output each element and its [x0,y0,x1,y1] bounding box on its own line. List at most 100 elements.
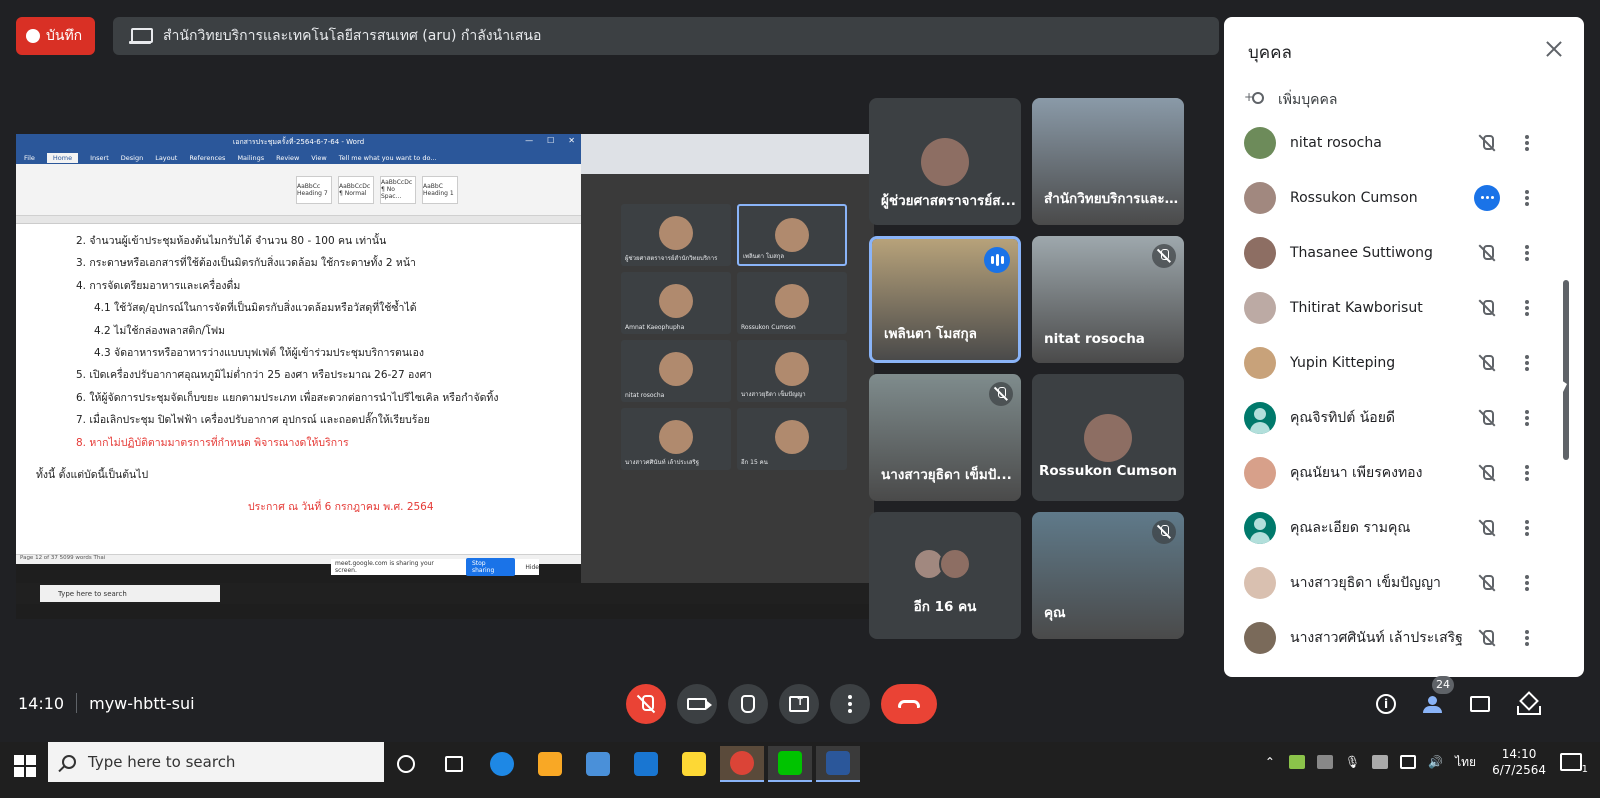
more-vert-icon[interactable] [1525,409,1529,426]
participant-name: คุณ [1044,605,1066,621]
taskbar-app-cortana[interactable] [384,746,428,782]
more-vert-icon[interactable] [1525,244,1529,261]
taskbar-app-edge[interactable] [480,746,524,782]
more-vert-icon [848,695,852,713]
mic-off-icon [1478,574,1496,592]
more-options-button[interactable] [830,684,870,724]
person-name: คุณนัยนา เพียรคงทอง [1290,464,1423,481]
taskbar-app-word[interactable] [816,746,860,782]
people-scrollbar[interactable] [1563,280,1569,460]
person-row[interactable]: Thitirat Kawborisut [1224,280,1584,335]
person-name: Thasanee Suttiwong [1290,244,1433,261]
person-row[interactable]: นางสาวยุธิดา เข็มปัญญา [1224,555,1584,610]
person-row[interactable]: Yupin Kitteping [1224,335,1584,390]
hang-up-icon [898,700,920,708]
chat-button[interactable] [1465,689,1495,719]
chevron-up-icon[interactable]: ⌃ [1265,755,1275,769]
store-icon [586,752,610,776]
person-row[interactable]: Thasanee Suttiwong [1224,225,1584,280]
speaking-indicator-icon [984,247,1010,273]
taskbar-app-sticky-notes[interactable] [672,746,716,782]
participant-name: Rossukon Cumson [1038,463,1178,479]
close-panel-icon[interactable] [1542,37,1566,61]
mini-tile-grid: ผู้ช่วยศาสตราจารย์สำนักวิทยบริการ เพลินตา… [621,204,851,544]
tray-app-icon[interactable] [1288,755,1305,769]
mic-toggle-button[interactable] [626,684,666,724]
taskbar-app-line[interactable] [768,746,812,782]
notification-center-icon[interactable]: 1 [1560,753,1588,775]
activities-button[interactable] [1512,689,1542,719]
tray-app-icon-2[interactable] [1316,755,1333,769]
taskbar-app-store[interactable] [576,746,620,782]
document-line: 4.2 ไม่ใช้กล่องพลาสติก/โฟม [94,324,226,337]
presenter-bar[interactable]: สำนักวิทยบริการและเทคโนโลยีสารสนเทศ (aru… [113,17,1219,55]
participant-name: เพลินตา โมสกุล [884,326,977,342]
mini-avatar [659,420,693,454]
participant-tile[interactable]: ผู้ช่วยศาสตราจารย์ส... [869,98,1021,225]
add-person-button[interactable]: เพิ่มบุคคล [1244,89,1337,111]
participant-tile[interactable]: คุณ [1032,512,1184,639]
more-vert-icon[interactable] [1525,519,1529,536]
person-row[interactable]: คุณละเอียด รามคุณ [1224,500,1584,555]
person-name: Thitirat Kawborisut [1290,299,1423,316]
person-avatar [1244,126,1276,159]
maximize-icon: ☐ [547,136,555,145]
start-button[interactable] [14,755,36,777]
language-indicator[interactable]: ไทย [1455,753,1476,772]
mouse-cursor-icon [1561,380,1567,396]
person-row[interactable]: Rossukon Cumson [1224,170,1584,225]
person-row[interactable]: คุณจิรทิปต์ น้อยดี [1224,390,1584,445]
mini-tile-name: เพลินตา โมสกุล [743,253,785,260]
taskbar-search[interactable]: Type here to search [48,742,384,782]
mini-search-box: Type here to search [40,585,220,602]
mini-tile-name: นางสาวศศินันท์ เล้าประเสริฐ [625,459,700,466]
more-vert-icon[interactable] [1525,134,1529,151]
more-vert-icon[interactable] [1525,629,1529,646]
meeting-details-button[interactable]: i [1371,689,1401,719]
network-icon[interactable] [1400,755,1417,769]
microphone-icon[interactable]: 🎙 [1345,755,1360,769]
cortana-icon [397,755,415,773]
person-row[interactable]: nitat rosocha [1224,115,1584,170]
word-titlebar: เอกสารประชุมครั้งที่-2564-6-7-64 - Word … [16,134,581,151]
participant-tile[interactable]: nitat rosocha [1032,236,1184,363]
participant-tile[interactable]: อีก 16 คน [869,512,1021,639]
person-row[interactable]: คุณนัยนา เพียรคงทอง [1224,445,1584,500]
participant-tile[interactable]: เพลินตา โมสกุล [869,236,1021,363]
person-row[interactable]: นางสาวศศินันท์ เล้าประเสริฐ [1224,610,1584,665]
more-vert-icon[interactable] [1525,299,1529,316]
document-line: 4. การจัดเตรียมอาหารและเครื่องดื่ม [76,279,241,292]
person-name: คุณละเอียด รามคุณ [1290,519,1411,536]
participant-avatar [1084,414,1132,462]
more-vert-icon[interactable] [1525,574,1529,591]
camera-toggle-button[interactable] [677,684,717,724]
leave-call-button[interactable] [881,684,937,724]
speaking-dots-icon [1474,184,1500,211]
mic-off-icon [1152,244,1176,268]
more-vert-icon[interactable] [1525,354,1529,371]
participant-tile[interactable]: Rossukon Cumson [1032,374,1184,501]
person-avatar [1244,236,1276,269]
task-view-icon [445,756,463,772]
taskbar-clock[interactable]: 14:10 6/7/2564 [1492,746,1546,778]
stop-sharing-button: Stop sharing [465,558,516,576]
volume-icon[interactable]: 🔊 [1428,755,1443,769]
defender-icon[interactable] [1372,755,1389,769]
raise-hand-button[interactable] [728,684,768,724]
taskbar-app-task-view[interactable] [432,746,476,782]
present-now-button[interactable] [779,684,819,724]
word-tab: Design [120,153,144,162]
participant-avatar [921,138,969,186]
more-vert-icon[interactable] [1525,464,1529,481]
taskbar-app-mail[interactable] [624,746,668,782]
taskbar-app-file-explorer[interactable] [528,746,572,782]
participant-tile[interactable]: สำนักวิทยบริการและ... [1032,98,1184,225]
mini-tile-name: Amnat Kaeophupha [625,324,685,331]
people-list: nitat rosocha Rossukon Cumson Thasanee Sut… [1224,115,1584,665]
record-button[interactable]: บันทึก [16,17,95,55]
meeting-code: myw-hbtt-sui [89,693,195,713]
taskbar-app-chrome[interactable] [720,746,764,782]
mini-taskbar: Type here to search [16,583,874,604]
more-vert-icon[interactable] [1525,189,1529,206]
participant-tile[interactable]: นางสาวยุธิดา เข็มปั... [869,374,1021,501]
